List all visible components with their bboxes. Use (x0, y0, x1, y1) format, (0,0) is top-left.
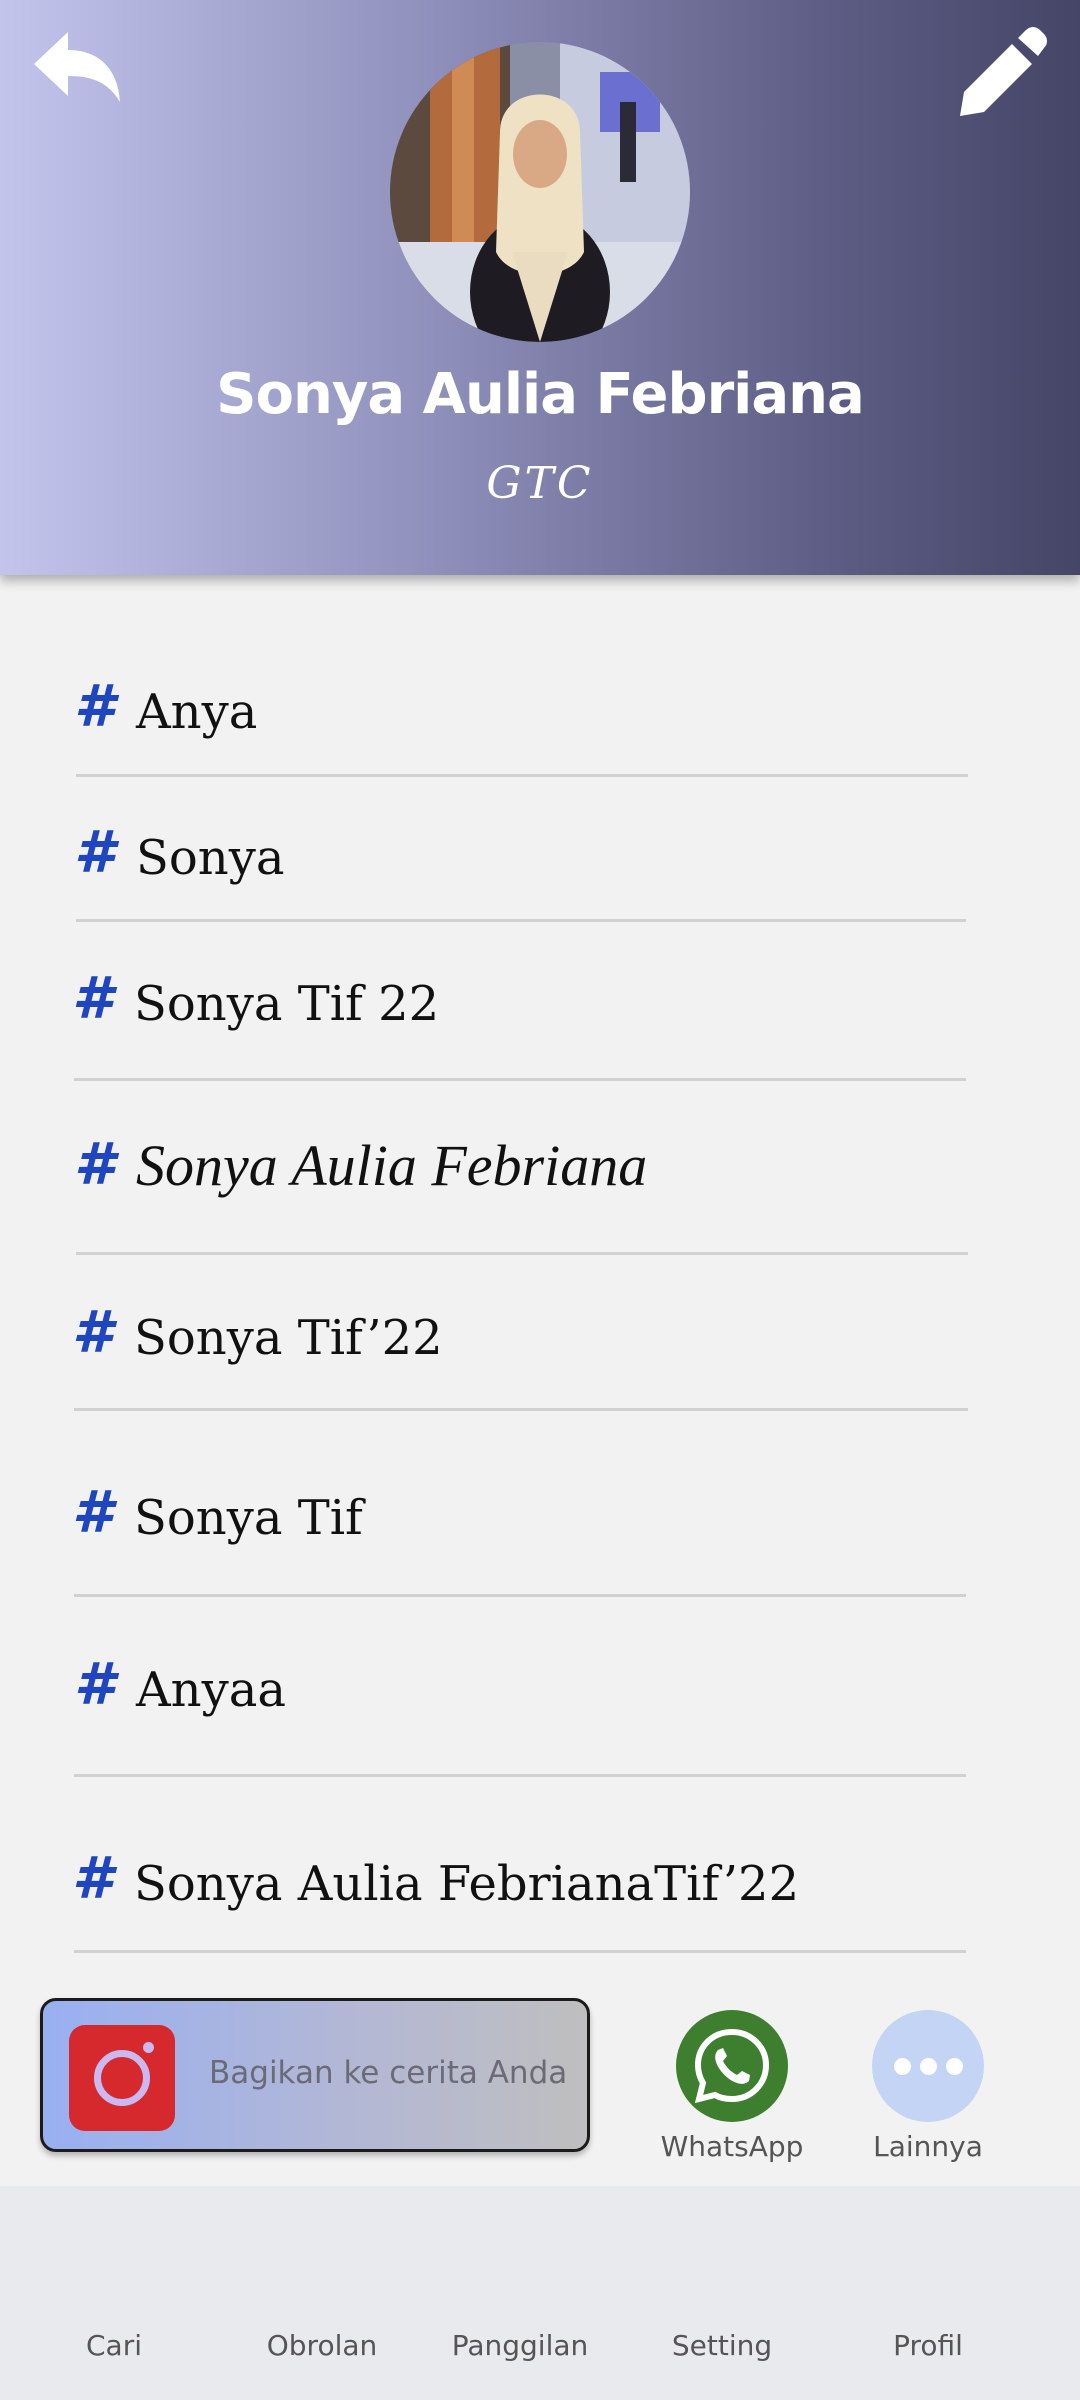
back-button[interactable] (26, 24, 126, 114)
more-label: Lainnya (873, 2130, 983, 2163)
pencil-icon (960, 27, 1047, 116)
divider (76, 1252, 968, 1255)
tag-label: Sonya Aulia FebrianaTif’22 (134, 1856, 800, 1912)
whatsapp-icon (676, 2010, 788, 2122)
divider (76, 919, 966, 922)
divider (74, 1774, 966, 1777)
nav-item-setting[interactable]: Setting (622, 2329, 822, 2362)
tag-label: Sonya Aulia Febriana (136, 1133, 648, 1198)
divider (74, 1594, 966, 1597)
profile-name: Sonya Aulia Febriana (216, 362, 865, 427)
instagram-icon (69, 2025, 175, 2131)
share-story-label: Bagikan ke cerita Anda (209, 2055, 568, 2091)
divider (76, 774, 968, 777)
profile-photo (390, 42, 690, 342)
hash-icon: # (72, 964, 113, 1032)
profile-subtitle: GTC (486, 458, 594, 509)
tag-label: Anya (136, 684, 258, 740)
hash-icon: # (74, 818, 115, 886)
more-button[interactable]: Lainnya (862, 2010, 1022, 2180)
nav-item-cari[interactable]: Cari (14, 2329, 214, 2362)
tag-label: Anyaa (136, 1662, 286, 1718)
profile-header: Sonya Aulia Febriana GTC (0, 0, 1080, 575)
avatar[interactable] (390, 42, 690, 342)
tag-label: Sonya (136, 830, 285, 886)
nav-item-profil[interactable]: Profil (828, 2329, 1028, 2362)
divider (74, 1408, 968, 1411)
tag-label: Sonya Tif 22 (134, 976, 440, 1032)
whatsapp-label: WhatsApp (660, 2130, 804, 2163)
nav-item-obrolan[interactable]: Obrolan (222, 2329, 422, 2362)
edit-button[interactable] (952, 22, 1052, 118)
hash-icon: # (72, 1478, 113, 1546)
divider (74, 1950, 966, 1953)
share-story-button[interactable]: Bagikan ke cerita Anda (40, 1998, 590, 2152)
tag-label: Sonya Tif (134, 1490, 363, 1546)
hash-icon: # (72, 1844, 113, 1912)
divider (74, 1078, 966, 1081)
whatsapp-button[interactable]: WhatsApp (656, 2010, 816, 2180)
hash-icon: # (72, 1298, 113, 1366)
reply-arrow-icon (34, 32, 120, 102)
nav-item-panggilan[interactable]: Panggilan (420, 2329, 620, 2362)
more-dots-icon (872, 2010, 984, 2122)
bottom-navigation: Cari Obrolan Panggilan Setting Profil (0, 2186, 1080, 2400)
hash-icon: # (74, 1130, 115, 1198)
hash-icon: # (74, 1650, 115, 1718)
hash-icon: # (74, 672, 115, 740)
tag-label: Sonya Tif’22 (134, 1310, 443, 1366)
